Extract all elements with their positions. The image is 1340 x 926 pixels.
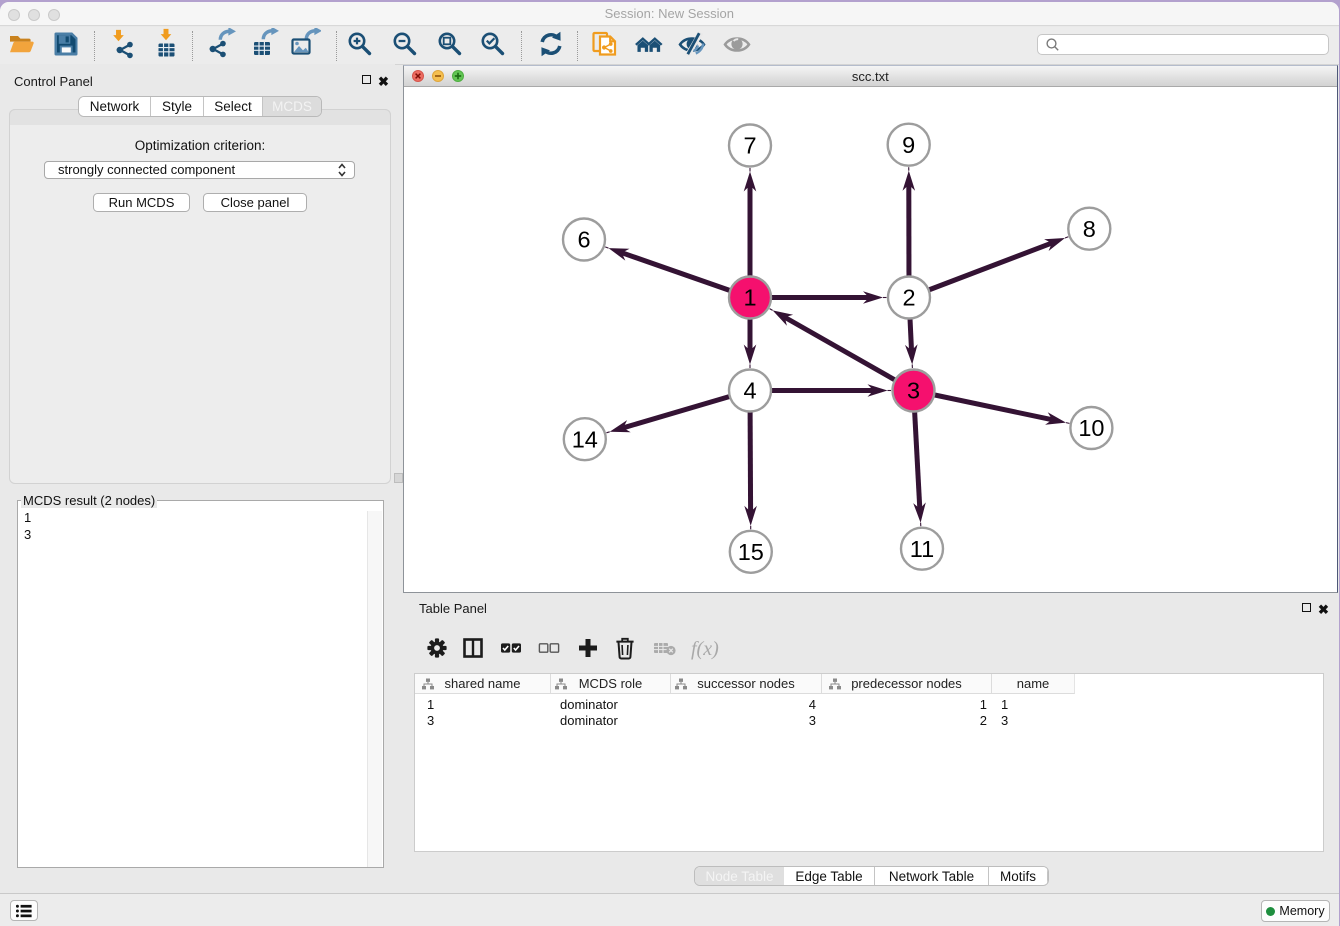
svg-text:14: 14 <box>572 426 598 452</box>
svg-text:2: 2 <box>902 284 915 310</box>
svg-text:15: 15 <box>738 539 764 565</box>
svg-text:1: 1 <box>743 284 756 310</box>
svg-text:11: 11 <box>910 535 934 561</box>
svg-text:6: 6 <box>577 226 590 252</box>
svg-text:3: 3 <box>907 377 920 403</box>
svg-text:4: 4 <box>743 377 756 403</box>
svg-text:8: 8 <box>1083 215 1096 241</box>
svg-text:7: 7 <box>743 132 756 158</box>
svg-text:9: 9 <box>902 131 915 157</box>
svg-text:10: 10 <box>1078 415 1104 441</box>
